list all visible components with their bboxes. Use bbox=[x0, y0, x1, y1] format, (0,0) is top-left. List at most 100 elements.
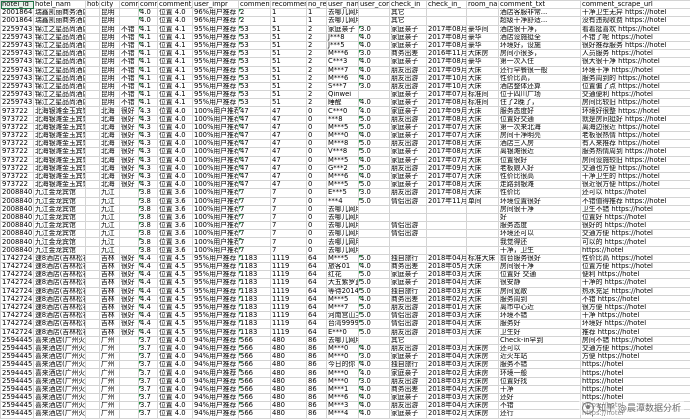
cell[interactable]: 4.0 bbox=[358, 401, 390, 411]
cell[interactable]: 交通方便 https://hotel bbox=[580, 343, 690, 354]
cell[interactable]: 1183 bbox=[238, 327, 271, 337]
cell[interactable]: 47 bbox=[270, 122, 307, 133]
cell[interactable]: 酒店很干净， bbox=[498, 24, 581, 34]
cell[interactable]: 家庭亲子 bbox=[389, 24, 427, 34]
cell[interactable]: 台湾9999 bbox=[326, 319, 359, 329]
cell[interactable]: 4.0 bbox=[358, 360, 390, 370]
cell[interactable]: 53 bbox=[238, 40, 271, 51]
cell[interactable]: 交通方便 https://hotel bbox=[580, 229, 690, 239]
cell[interactable] bbox=[358, 221, 390, 231]
cell[interactable]: 1183 bbox=[238, 311, 271, 321]
cell[interactable]: 53 bbox=[238, 65, 271, 75]
cell[interactable]: 大床 bbox=[466, 188, 499, 198]
cell[interactable]: 94%用户推荐 bbox=[192, 335, 239, 345]
cell[interactable]: E***0 bbox=[326, 327, 359, 337]
cell[interactable]: 4.3 bbox=[138, 122, 158, 133]
cell[interactable]: 4.0 bbox=[358, 409, 390, 419]
cell[interactable] bbox=[119, 212, 139, 223]
column-header-1[interactable]: hotel_nam bbox=[33, 0, 86, 10]
cell[interactable] bbox=[466, 245, 499, 255]
cell[interactable]: 2259743 bbox=[0, 73, 34, 83]
cell[interactable] bbox=[119, 392, 139, 403]
cell[interactable]: 973722 bbox=[0, 163, 34, 173]
cell[interactable] bbox=[85, 335, 100, 345]
cell[interactable]: 很好 bbox=[119, 180, 139, 190]
cell[interactable]: 95%用户推荐 bbox=[192, 24, 239, 34]
cell[interactable]: 95%用户推荐 bbox=[192, 90, 239, 100]
column-header-8[interactable]: comment_ bbox=[238, 0, 271, 10]
cell[interactable]: 睡醒 bbox=[326, 98, 359, 108]
cell[interactable]: 4.1 bbox=[138, 81, 158, 92]
cell[interactable]: 位置 4.0 bbox=[157, 122, 193, 133]
cell[interactable]: 位置 4.0 bbox=[157, 392, 193, 403]
cell[interactable]: 2008840 bbox=[0, 245, 34, 255]
cell[interactable]: 广州 bbox=[99, 376, 120, 386]
cell[interactable]: 昆明 bbox=[99, 90, 120, 100]
cell[interactable]: 锦江之星品尚酒店 bbox=[33, 65, 86, 75]
cell[interactable]: 其它 bbox=[389, 16, 427, 26]
cell[interactable]: 酒店设施挺全 bbox=[498, 32, 581, 42]
cell[interactable]: 5.0 bbox=[358, 319, 390, 329]
cell[interactable]: 2018年05月 bbox=[426, 261, 467, 272]
cell[interactable]: 环境一般 bbox=[498, 368, 581, 378]
cell[interactable]: 4.4 bbox=[138, 327, 158, 337]
cell[interactable]: 位置 4.0 bbox=[157, 163, 193, 173]
cell[interactable]: 4.0 bbox=[138, 8, 158, 18]
cell[interactable]: 4.1 bbox=[138, 49, 158, 59]
cell[interactable]: 大床 bbox=[466, 270, 499, 280]
cell[interactable] bbox=[85, 65, 100, 75]
cell[interactable]: 去哪儿网用户 bbox=[326, 229, 359, 239]
cell[interactable]: 大床 bbox=[466, 261, 499, 272]
cell[interactable]: 86 bbox=[306, 335, 327, 345]
cell[interactable]: 很好 bbox=[119, 294, 139, 304]
cell[interactable]: 瑞鑫凯丽商务酒店 bbox=[33, 8, 86, 18]
cell[interactable]: 喜来酒店(广州火车站店) bbox=[33, 368, 86, 378]
cell[interactable]: 1119 bbox=[270, 294, 307, 304]
cell[interactable]: 100%用户推荐 bbox=[192, 237, 239, 247]
cell[interactable]: 4.1 bbox=[138, 73, 158, 83]
cell[interactable]: M***0 bbox=[326, 368, 359, 378]
cell[interactable]: 7 bbox=[270, 196, 307, 206]
cell[interactable]: 2017年09月 bbox=[426, 106, 467, 116]
cell[interactable]: 标准间 bbox=[466, 90, 499, 100]
cell[interactable]: 3.0 bbox=[358, 188, 390, 198]
cell[interactable]: 位置 4.5 bbox=[157, 302, 193, 313]
cell[interactable]: 47 bbox=[270, 139, 307, 149]
cell[interactable]: 朋友出游 bbox=[389, 73, 427, 83]
cell[interactable] bbox=[85, 311, 100, 321]
cell[interactable]: 51 bbox=[270, 98, 307, 108]
cell[interactable]: 2017年07月 bbox=[426, 130, 467, 141]
cell[interactable]: 房间很干净 bbox=[498, 261, 581, 272]
cell[interactable]: 0 bbox=[306, 221, 327, 231]
cell[interactable]: 很好 bbox=[119, 147, 139, 157]
cell[interactable]: 5.0 bbox=[358, 139, 390, 149]
cell[interactable] bbox=[85, 196, 100, 206]
cell[interactable]: 昆明 bbox=[99, 24, 120, 34]
cell[interactable]: 4.1 bbox=[138, 57, 158, 67]
cell[interactable]: 大床 bbox=[466, 163, 499, 173]
cell[interactable]: 家庭亲子 bbox=[389, 106, 427, 116]
cell[interactable]: 家庭亲子 bbox=[389, 270, 427, 280]
cell[interactable]: 位置 4.0 bbox=[157, 409, 193, 419]
cell[interactable]: 九江金龙宾馆 bbox=[33, 245, 86, 255]
cell[interactable]: 4.0 bbox=[358, 392, 390, 403]
cell[interactable]: 86 bbox=[306, 343, 327, 354]
cell[interactable]: 离银滩很近 bbox=[498, 147, 581, 157]
cell[interactable]: 去哪儿网用户 bbox=[326, 16, 359, 26]
cell[interactable]: 0 bbox=[306, 147, 327, 157]
cell[interactable]: 广州 bbox=[99, 409, 120, 419]
cell[interactable]: 100%用户推荐 bbox=[192, 180, 239, 190]
cell[interactable]: 很安静 bbox=[498, 278, 581, 288]
cell[interactable] bbox=[119, 245, 139, 255]
cell[interactable]: 7 bbox=[270, 237, 307, 247]
cell[interactable]: 1119 bbox=[270, 327, 307, 337]
cell[interactable]: 朋友出游 bbox=[389, 302, 427, 313]
cell[interactable]: 566 bbox=[238, 343, 271, 354]
cell[interactable]: 不错 bbox=[498, 401, 581, 411]
cell[interactable]: 7 bbox=[270, 204, 307, 214]
cell[interactable]: 位置 4.1 bbox=[157, 65, 193, 75]
cell[interactable]: 大床 bbox=[466, 81, 499, 92]
cell[interactable]: 53 bbox=[238, 49, 271, 59]
cell[interactable]: 973722 bbox=[0, 155, 34, 165]
cell[interactable]: 2 bbox=[306, 24, 327, 34]
